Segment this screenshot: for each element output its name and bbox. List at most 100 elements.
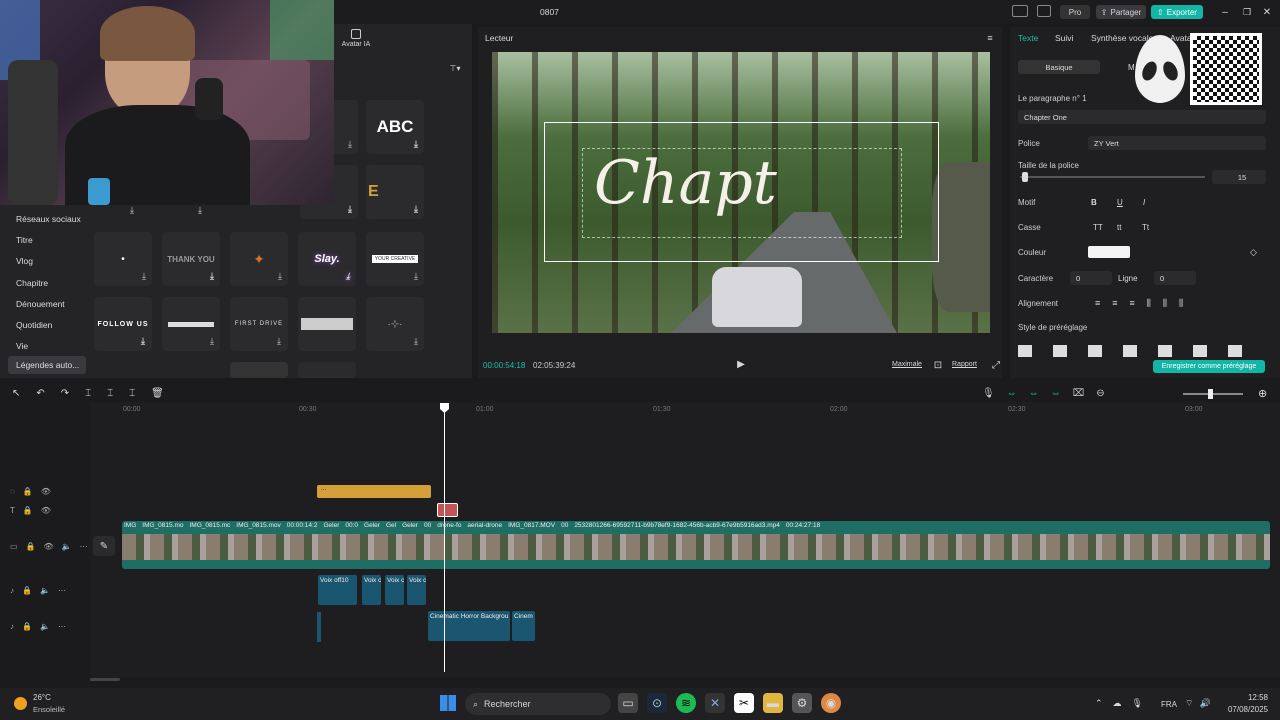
playhead[interactable] xyxy=(444,404,445,672)
category-quotidien[interactable]: Quotidien xyxy=(8,316,86,334)
download-icon[interactable]: ⤓ xyxy=(348,204,352,215)
template-tile[interactable] xyxy=(298,362,356,378)
select-icon[interactable]: ↖ xyxy=(12,388,20,399)
eye-icon[interactable]: 👁 xyxy=(41,506,51,515)
lock-icon[interactable]: 🔒 xyxy=(23,506,33,515)
video-preview[interactable]: Chapt xyxy=(492,52,990,333)
underline-button[interactable]: U xyxy=(1117,198,1123,207)
download-icon[interactable]: ⤓ xyxy=(414,271,418,282)
template-tile[interactable]: E ⤓ xyxy=(366,165,424,219)
undo-icon[interactable]: ↶ xyxy=(36,388,44,399)
template-tile-first-drive[interactable]: FIRST DRIVE ⤓ xyxy=(230,297,288,351)
eye-icon[interactable]: 👁 xyxy=(41,487,51,496)
category-denouement[interactable]: Dénouement xyxy=(8,295,86,313)
volume-icon[interactable]: 🔊 xyxy=(1199,698,1210,709)
mute-icon[interactable]: 🔈 xyxy=(62,542,72,551)
zoom-handle[interactable] xyxy=(1208,389,1213,399)
text-clip[interactable] xyxy=(437,503,458,517)
ratio-button[interactable]: Rapport xyxy=(952,361,977,368)
audio-clip[interactable]: Voix c xyxy=(385,575,404,605)
template-tile-follow-us[interactable]: FOLLOW US ⤓ xyxy=(94,297,152,351)
subtab-basique[interactable]: Basique xyxy=(1018,60,1100,74)
minimize-icon[interactable]: – xyxy=(1218,5,1232,19)
overlay-text[interactable]: Chapt xyxy=(594,148,777,218)
lock-icon[interactable]: 🔒 xyxy=(26,542,36,551)
xbox-icon[interactable]: ✕ xyxy=(705,693,725,713)
maximize-icon[interactable]: ❐ xyxy=(1240,5,1254,19)
template-tile[interactable] xyxy=(230,362,288,378)
lowercase-button[interactable]: tt xyxy=(1117,223,1121,232)
clock-time[interactable]: 12:58 xyxy=(1228,693,1268,702)
menu-icon[interactable]: ≡ xyxy=(984,33,996,43)
network-icon[interactable]: ☁ xyxy=(1113,698,1122,709)
template-tile[interactable]: ⤓ xyxy=(162,297,220,351)
wifi-icon[interactable]: ⌔ xyxy=(1185,698,1193,709)
link-icon[interactable]: ⇔ xyxy=(1007,388,1017,399)
windows-start-icon[interactable] xyxy=(440,695,456,711)
redo-icon[interactable]: ↷ xyxy=(61,388,69,399)
download-icon[interactable]: ⤓ xyxy=(142,271,146,282)
zoom-out-icon[interactable]: ⊖ xyxy=(1096,388,1104,399)
mic-icon[interactable]: 🎙 xyxy=(982,388,995,399)
layout-icon[interactable] xyxy=(1012,5,1028,17)
category-chapitre[interactable]: Chapitre xyxy=(8,274,86,292)
eye-icon[interactable]: 👁 xyxy=(44,542,54,551)
italic-button[interactable]: I xyxy=(1143,198,1145,207)
download-icon[interactable]: ⤓ xyxy=(210,271,214,282)
magnet-icon[interactable]: ⇔ xyxy=(1051,388,1061,399)
tab-texte[interactable]: Texte xyxy=(1018,33,1038,43)
mic-tray-icon[interactable]: 🎙 xyxy=(1132,698,1143,709)
template-tile-thank-you[interactable]: THANK YOU ⤓ xyxy=(162,232,220,286)
category-vlog[interactable]: Vlog xyxy=(8,252,86,270)
settings-icon[interactable]: ⚙ xyxy=(792,693,812,713)
character-spacing-input[interactable]: 0 xyxy=(1070,271,1112,285)
music-clip[interactable]: Cinem xyxy=(512,611,535,641)
screenshot-icon[interactable]: ⊡ xyxy=(932,359,944,371)
effect-clip[interactable]: ... xyxy=(317,485,431,498)
quality-button[interactable]: Maximale xyxy=(892,361,922,368)
category-legendes-auto[interactable]: Légendes auto... xyxy=(8,356,86,374)
template-tile-abc[interactable]: ABC ⤓ xyxy=(366,100,424,154)
filter-icon[interactable]: ⊤▾ xyxy=(446,63,464,73)
zoom-slider[interactable] xyxy=(1183,393,1243,395)
bold-button[interactable]: B xyxy=(1091,198,1097,207)
more-icon[interactable]: ⋯ xyxy=(58,622,66,631)
download-icon[interactable]: ⤓ xyxy=(414,139,418,150)
template-tile[interactable]: • ⤓ xyxy=(94,232,152,286)
clock-date[interactable]: 07/08/2025 xyxy=(1218,705,1268,714)
lock-icon[interactable]: 🔒 xyxy=(22,622,32,631)
pro-button[interactable]: Pro xyxy=(1060,5,1090,19)
preview-icon[interactable]: ⌧ xyxy=(1073,388,1085,399)
delete-icon[interactable]: 🗑 xyxy=(151,388,164,399)
language[interactable]: FRA xyxy=(1161,700,1177,709)
timeline-scrollbar[interactable] xyxy=(90,678,120,681)
audio-clip[interactable]: Voix c xyxy=(362,575,381,605)
paragraph-input[interactable]: Chapter One xyxy=(1018,110,1266,124)
save-preset-button[interactable]: Enregistrer comme préréglage xyxy=(1153,360,1265,373)
spotify-icon[interactable]: ≋ xyxy=(676,693,696,713)
more-icon[interactable]: ⋯ xyxy=(58,586,66,595)
more-icon[interactable]: ⋯ xyxy=(80,542,88,551)
tab-suivi[interactable]: Suivi xyxy=(1055,33,1073,43)
folder-icon[interactable]: ▬ xyxy=(763,693,783,713)
download-icon[interactable]: ⤓ xyxy=(414,336,418,347)
download-icon[interactable]: ⤓ xyxy=(277,336,282,347)
preset-styles[interactable] xyxy=(1018,345,1263,357)
fullscreen-icon[interactable]: ⤢ xyxy=(990,359,1002,371)
keyframe-icon[interactable]: ◇ xyxy=(1250,247,1257,258)
lock-icon[interactable]: 🔒 xyxy=(22,586,32,595)
download-icon[interactable]: ⤓ xyxy=(210,336,214,347)
split-icon[interactable]: ⌶ xyxy=(85,388,91,399)
template-tile-slay[interactable]: Slay. ⤓ xyxy=(298,232,356,286)
chrome-icon[interactable]: ◉ xyxy=(821,693,841,713)
download-icon[interactable]: ⤓ xyxy=(141,336,146,347)
template-tile[interactable]: ·⊹· ⤓ xyxy=(366,297,424,351)
template-tile[interactable] xyxy=(298,297,356,351)
task-view-icon[interactable]: ▭ xyxy=(618,693,638,713)
avatar-ia-tab[interactable]: Avatar IA xyxy=(336,29,376,48)
steam-icon[interactable]: ⊙ xyxy=(647,693,667,713)
zoom-in-icon[interactable]: ⊕ xyxy=(1258,387,1267,400)
edit-icon[interactable]: ✎ xyxy=(93,536,115,556)
category-reseaux-sociaux[interactable]: Réseaux sociaux xyxy=(8,210,86,228)
export-button[interactable]: ⇧ Exporter xyxy=(1151,5,1203,19)
